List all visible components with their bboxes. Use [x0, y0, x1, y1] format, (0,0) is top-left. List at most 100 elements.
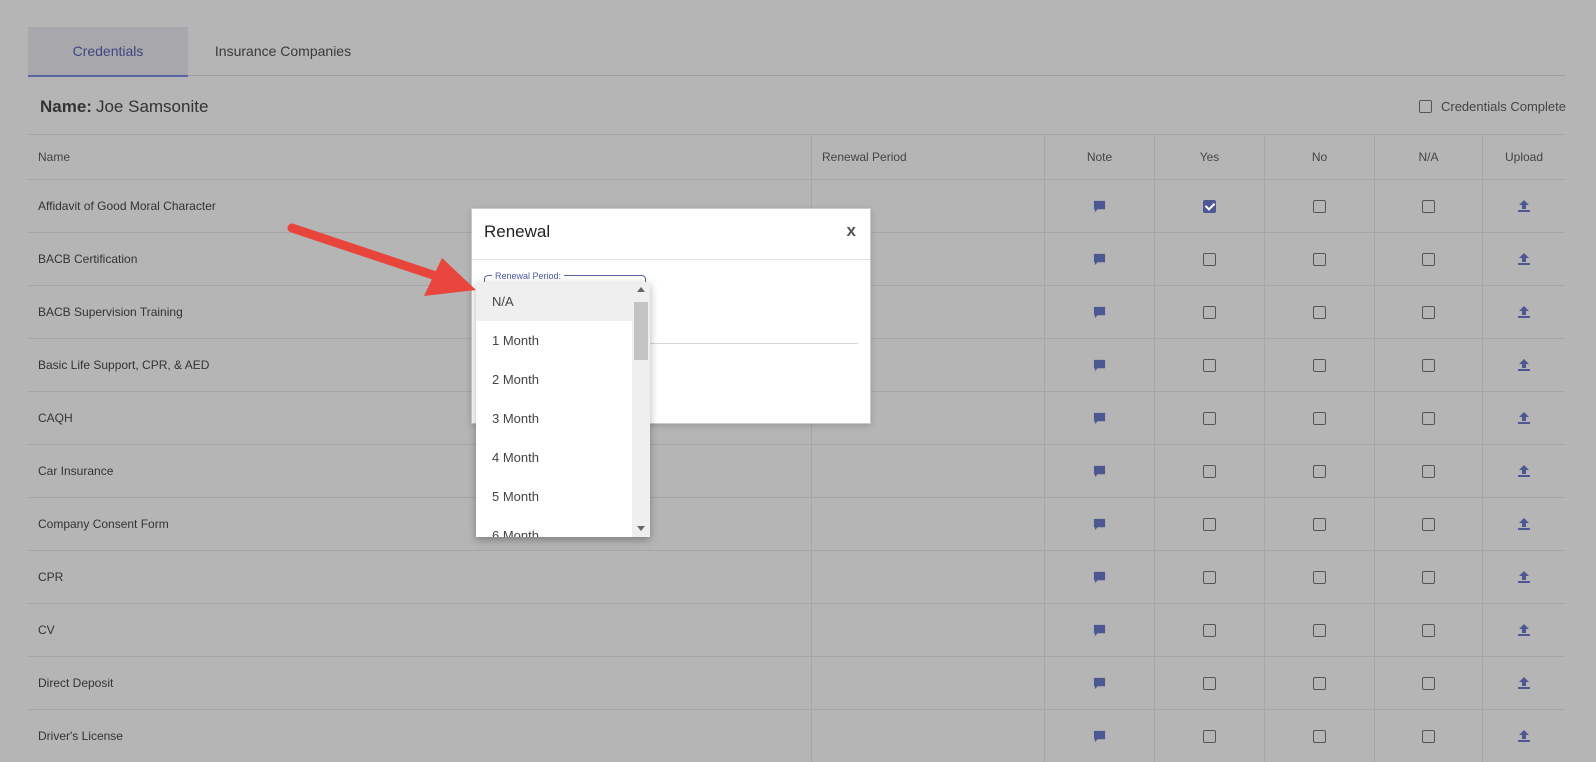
table-row: CV — [28, 603, 1565, 656]
upload-icon[interactable] — [1517, 517, 1531, 531]
dropdown-option[interactable]: 6 Month — [476, 516, 632, 537]
tab-bar: Credentials Insurance Companies — [28, 27, 1565, 77]
table-row: Company Consent Form — [28, 497, 1565, 550]
credential-name: Car Insurance — [28, 445, 812, 497]
yes-checkbox[interactable] — [1203, 517, 1216, 531]
yes-checkbox[interactable] — [1203, 729, 1216, 743]
upload-icon[interactable] — [1517, 464, 1531, 478]
credential-name: Driver's License — [28, 710, 812, 762]
no-checkbox[interactable] — [1313, 570, 1326, 584]
dropdown-option[interactable]: 2 Month — [476, 360, 632, 399]
modal-header-divider — [472, 259, 870, 260]
table-row: Car Insurance — [28, 444, 1565, 497]
upload-icon[interactable] — [1517, 411, 1531, 425]
yes-checkbox[interactable] — [1203, 464, 1216, 478]
no-checkbox[interactable] — [1313, 676, 1326, 690]
no-checkbox[interactable] — [1313, 199, 1326, 213]
no-checkbox[interactable] — [1313, 411, 1326, 425]
renewal-period-cell[interactable] — [812, 710, 1045, 762]
header-no: No — [1265, 135, 1375, 179]
chat-bubble-icon[interactable] — [1093, 571, 1106, 584]
yes-checkbox[interactable] — [1203, 623, 1216, 637]
yes-checkbox[interactable] — [1203, 199, 1216, 213]
na-checkbox[interactable] — [1422, 464, 1435, 478]
upload-icon[interactable] — [1517, 358, 1531, 372]
table-row: Driver's License — [28, 709, 1565, 762]
upload-icon[interactable] — [1517, 305, 1531, 319]
dropdown-option[interactable]: 5 Month — [476, 477, 632, 516]
name-value: Joe Samsonite — [95, 97, 209, 116]
na-checkbox[interactable] — [1422, 305, 1435, 319]
chat-bubble-icon[interactable] — [1093, 200, 1106, 213]
upload-icon[interactable] — [1517, 252, 1531, 266]
no-checkbox[interactable] — [1313, 252, 1326, 266]
na-checkbox[interactable] — [1422, 570, 1435, 584]
chat-bubble-icon[interactable] — [1093, 253, 1106, 266]
dropdown-option[interactable]: 4 Month — [476, 438, 632, 477]
chat-bubble-icon[interactable] — [1093, 518, 1106, 531]
header-renewal-period: Renewal Period — [812, 135, 1045, 179]
na-checkbox[interactable] — [1422, 729, 1435, 743]
na-checkbox[interactable] — [1422, 676, 1435, 690]
modal-title: Renewal — [484, 222, 551, 241]
na-checkbox[interactable] — [1422, 199, 1435, 213]
close-icon[interactable]: x — [847, 221, 856, 241]
upload-icon[interactable] — [1517, 676, 1531, 690]
na-checkbox[interactable] — [1422, 358, 1435, 372]
upload-icon[interactable] — [1517, 199, 1531, 213]
scrollbar-thumb[interactable] — [634, 302, 648, 360]
credentials-complete-label: Credentials Complete — [1440, 99, 1566, 114]
chat-bubble-icon[interactable] — [1093, 730, 1106, 743]
chat-bubble-icon[interactable] — [1093, 677, 1106, 690]
credential-name: CPR — [28, 551, 812, 603]
chat-bubble-icon[interactable] — [1093, 624, 1106, 637]
renewal-period-cell[interactable] — [812, 498, 1045, 550]
na-checkbox[interactable] — [1422, 252, 1435, 266]
no-checkbox[interactable] — [1313, 358, 1326, 372]
yes-checkbox[interactable] — [1203, 252, 1216, 266]
dropdown-option[interactable]: N/A — [476, 282, 632, 321]
header-name: Name — [28, 135, 812, 179]
yes-checkbox[interactable] — [1203, 411, 1216, 425]
no-checkbox[interactable] — [1313, 729, 1326, 743]
renewal-period-dropdown[interactable]: N/A 1 Month 2 Month 3 Month 4 Month 5 Month 6 … — [476, 282, 650, 537]
upload-icon[interactable] — [1517, 623, 1531, 637]
dropdown-scrollbar[interactable] — [632, 282, 650, 537]
na-checkbox[interactable] — [1422, 411, 1435, 425]
yes-checkbox[interactable] — [1203, 305, 1216, 319]
no-checkbox[interactable] — [1313, 517, 1326, 531]
no-checkbox[interactable] — [1313, 305, 1326, 319]
tab-credentials[interactable]: Credentials — [28, 27, 188, 77]
upload-icon[interactable] — [1517, 729, 1531, 743]
na-checkbox[interactable] — [1422, 517, 1435, 531]
chat-bubble-icon[interactable] — [1093, 359, 1106, 372]
chat-bubble-icon[interactable] — [1093, 306, 1106, 319]
table-header-row: Name Renewal Period Note Yes No N/A Uplo… — [28, 134, 1565, 179]
yes-checkbox[interactable] — [1203, 676, 1216, 690]
upload-icon[interactable] — [1517, 570, 1531, 584]
header-upload: Upload — [1504, 150, 1544, 164]
no-checkbox[interactable] — [1313, 464, 1326, 478]
name-label: Name: — [40, 97, 92, 116]
scroll-up-icon[interactable] — [637, 287, 645, 292]
credential-name: Direct Deposit — [28, 657, 812, 709]
chat-bubble-icon[interactable] — [1093, 412, 1106, 425]
renewal-period-cell[interactable] — [812, 657, 1045, 709]
scroll-down-icon[interactable] — [637, 526, 645, 531]
credential-name: CV — [28, 604, 812, 656]
na-checkbox[interactable] — [1422, 623, 1435, 637]
renewal-period-cell[interactable] — [812, 551, 1045, 603]
tab-insurance-companies[interactable]: Insurance Companies — [193, 27, 373, 75]
yes-checkbox[interactable] — [1203, 358, 1216, 372]
dropdown-option[interactable]: 3 Month — [476, 399, 632, 438]
chat-bubble-icon[interactable] — [1093, 465, 1106, 478]
dropdown-option[interactable]: 1 Month — [476, 321, 632, 360]
credentials-complete-toggle[interactable]: Credentials Complete — [1418, 99, 1566, 114]
header-note: Note — [1045, 135, 1155, 179]
no-checkbox[interactable] — [1313, 623, 1326, 637]
credentials-complete-checkbox[interactable] — [1418, 100, 1432, 113]
renewal-period-cell[interactable] — [812, 445, 1045, 497]
header-na: N/A — [1375, 135, 1483, 179]
yes-checkbox[interactable] — [1203, 570, 1216, 584]
renewal-period-cell[interactable] — [812, 604, 1045, 656]
